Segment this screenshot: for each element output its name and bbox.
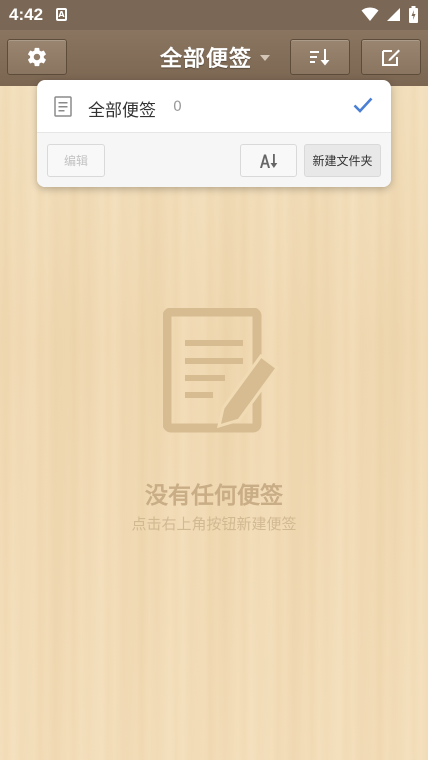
settings-button[interactable] [7,39,67,75]
edit-button[interactable]: 编辑 [47,144,105,177]
folder-name: 全部便签 [88,101,156,121]
folder-dropdown: 全部便签 0 编辑 新建文件夹 [37,80,391,187]
sort-button[interactable] [290,39,350,75]
note-pencil-icon [163,308,279,433]
sort-alpha-button[interactable] [240,144,297,177]
notification-icon: A [56,8,67,21]
status-bar: 4:42 A [0,0,428,30]
chevron-down-icon [260,55,270,61]
edit-icon [382,49,400,66]
wifi-icon [361,7,379,21]
page-title: 全部便签 [159,47,252,72]
folder-count: 0 [173,99,182,115]
document-icon [54,96,72,117]
toolbar: 全部便签 [0,30,428,86]
folder-item-all-notes[interactable]: 全部便签 0 [37,80,391,133]
gear-icon [28,47,46,67]
status-time: 4:42 [9,5,44,24]
folder-actions: 编辑 新建文件夹 [37,133,391,187]
empty-title: 没有任何便签 [145,483,283,509]
check-icon [353,97,373,113]
signal-icon [386,8,400,21]
empty-subtitle: 点击右上角按钮新建便签 [131,515,297,533]
folder-selector[interactable]: 全部便签 [140,42,290,72]
status-icons [358,6,418,24]
new-folder-button[interactable]: 新建文件夹 [304,144,381,177]
sort-icon [310,49,330,66]
sort-alpha-icon [259,153,277,168]
new-note-button[interactable] [361,39,421,75]
battery-icon [409,6,418,23]
